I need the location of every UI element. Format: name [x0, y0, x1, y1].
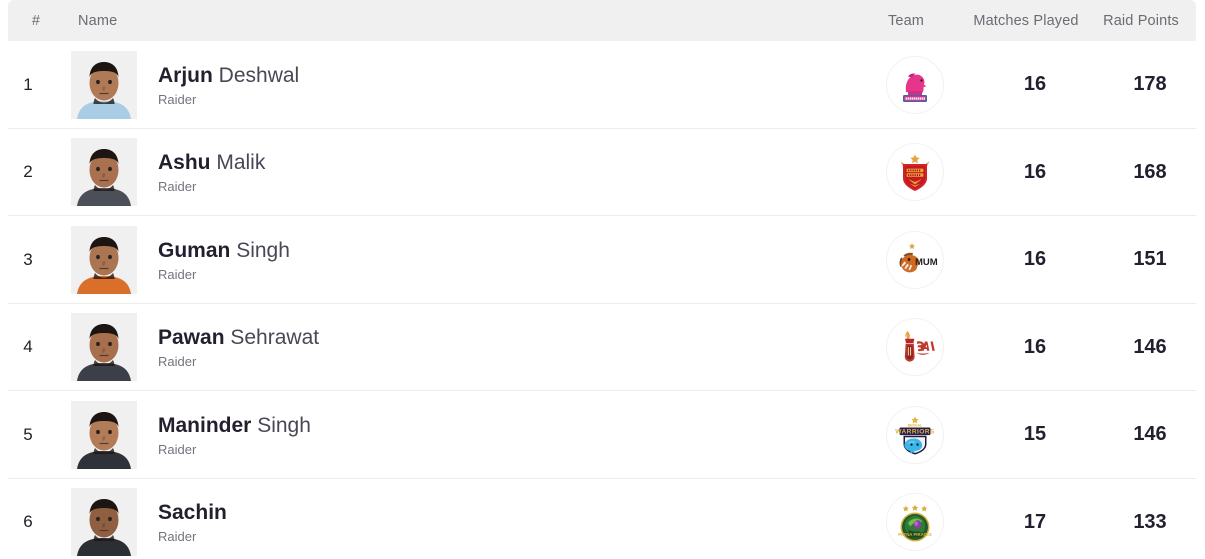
player-first-name: Arjun	[158, 63, 213, 87]
column-header-raid-points[interactable]: Raid Points	[1086, 13, 1196, 29]
player-rank: 5	[23, 424, 33, 444]
player-photo	[71, 488, 137, 557]
player-photo	[71, 225, 137, 294]
player-first-name: Pawan	[158, 326, 225, 350]
table-row[interactable]: 1 Arjun Deshwal Raider 16 178	[0, 41, 1205, 129]
table-row[interactable]: 6 Sachin Raider PATNA PIRATES 17 133	[0, 478, 1205, 559]
player-name-cell[interactable]: Sachin Raider	[158, 500, 227, 544]
player-matches-played: 15	[1023, 423, 1047, 446]
player-matches-played: 16	[1023, 335, 1047, 358]
player-last-name: Malik	[216, 151, 266, 175]
player-last-name: Sehrawat	[230, 326, 320, 350]
player-team-cell[interactable]: PATNA PIRATES	[855, 493, 975, 552]
player-raid-points: 133	[1133, 510, 1167, 533]
player-team-cell[interactable]: MUMBA	[855, 230, 975, 289]
player-rank: 1	[23, 74, 33, 94]
patna-pirates-logo: PATNA PIRATES	[886, 493, 944, 552]
player-name: Pawan Sehrawat	[158, 325, 319, 350]
player-name: Ashu Malik	[158, 150, 265, 175]
player-last-name: Singh	[236, 238, 290, 262]
player-first-name: Sachin	[158, 501, 227, 525]
player-first-name: Ashu	[158, 151, 211, 175]
player-matches-played: 16	[1023, 160, 1047, 183]
player-rank: 6	[23, 512, 33, 532]
table-row[interactable]: 3 Guman Singh Raider MUMBA 16 151	[0, 216, 1205, 304]
player-matches-played: 16	[1023, 73, 1047, 96]
player-last-name: Singh	[257, 413, 311, 437]
column-header-rank[interactable]: #	[8, 13, 64, 29]
player-team-cell[interactable]	[855, 55, 975, 114]
player-name: Guman Singh	[158, 238, 290, 263]
player-role: Raider	[158, 266, 197, 282]
dabang-delhi-logo	[886, 143, 944, 202]
player-name: Arjun Deshwal	[158, 63, 299, 88]
table-body: 1 Arjun Deshwal Raider 16 178 2 Ashu Mal…	[0, 41, 1205, 559]
u-mumba-logo: MUMBA	[886, 230, 944, 289]
player-first-name: Maninder	[158, 413, 252, 437]
player-rank: 2	[23, 162, 33, 182]
player-raid-points: 178	[1133, 73, 1167, 96]
table-header-row: # Name Team Matches Played Raid Points	[8, 0, 1196, 41]
player-rank: 3	[23, 249, 33, 269]
svg-text:WARRIORS: WARRIORS	[895, 428, 935, 435]
player-first-name: Guman	[158, 238, 231, 262]
table-row[interactable]: 2 Ashu Malik Raider 16 168	[0, 128, 1205, 216]
telugu-titans-logo	[886, 318, 944, 377]
jaipur-pink-panthers-logo	[886, 55, 944, 114]
svg-text:MUMBA: MUMBA	[915, 257, 938, 268]
player-role: Raider	[158, 354, 197, 370]
player-last-name: Deshwal	[218, 63, 300, 87]
player-role: Raider	[158, 91, 197, 107]
player-team-cell[interactable]	[855, 318, 975, 377]
player-role: Raider	[158, 179, 197, 195]
player-photo	[71, 50, 137, 119]
player-photo	[71, 313, 137, 382]
svg-text:PATNA PIRATES: PATNA PIRATES	[898, 532, 932, 537]
player-team-cell[interactable]	[855, 143, 975, 202]
player-name-cell[interactable]: Maninder Singh Raider	[158, 413, 311, 457]
player-rank: 4	[23, 337, 33, 357]
svg-text:BENGAL: BENGAL	[908, 423, 922, 427]
player-name: Sachin	[158, 500, 227, 525]
player-role: Raider	[158, 529, 197, 545]
player-team-cell[interactable]: BENGAL WARRIORS	[855, 405, 975, 464]
player-raid-points: 168	[1133, 160, 1167, 183]
player-photo	[71, 400, 137, 469]
raid-points-leaderboard: # Name Team Matches Played Raid Points 1…	[0, 0, 1205, 559]
table-row[interactable]: 5 Maninder Singh Raider BENGAL WARRIORS 1…	[0, 391, 1205, 479]
player-matches-played: 16	[1023, 248, 1047, 271]
column-header-name[interactable]: Name	[78, 13, 117, 29]
player-matches-played: 17	[1023, 510, 1047, 533]
player-raid-points: 151	[1133, 248, 1167, 271]
player-raid-points: 146	[1133, 335, 1167, 358]
table-row[interactable]: 4 Pawan Sehrawat Raider 16 146	[0, 303, 1205, 391]
player-name: Maninder Singh	[158, 413, 311, 438]
player-role: Raider	[158, 441, 197, 457]
column-header-matches-played[interactable]: Matches Played	[966, 13, 1086, 29]
bengal-warriors-logo: BENGAL WARRIORS	[886, 405, 944, 464]
player-name-cell[interactable]: Arjun Deshwal Raider	[158, 63, 299, 107]
player-name-cell[interactable]: Ashu Malik Raider	[158, 150, 265, 194]
player-raid-points: 146	[1133, 423, 1167, 446]
player-name-cell[interactable]: Guman Singh Raider	[158, 238, 290, 282]
player-name-cell[interactable]: Pawan Sehrawat Raider	[158, 325, 319, 369]
column-header-team[interactable]: Team	[846, 13, 966, 29]
player-photo	[71, 138, 137, 207]
